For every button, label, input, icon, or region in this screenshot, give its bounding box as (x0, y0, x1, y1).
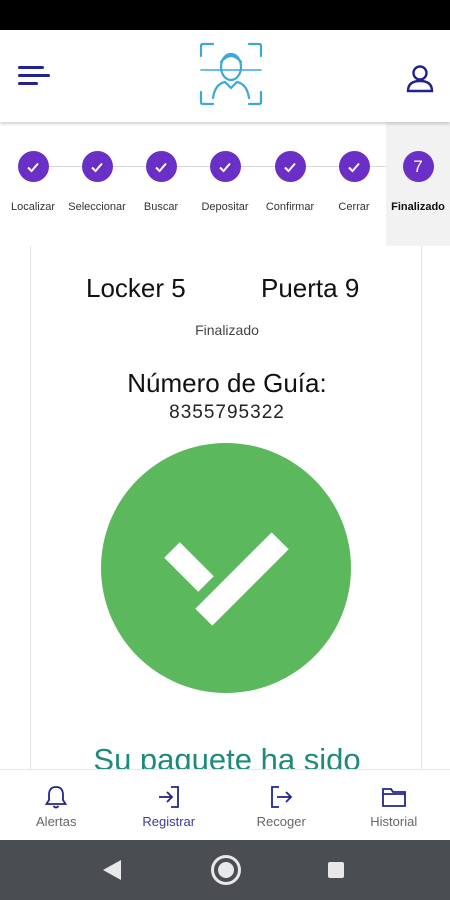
step-label: Cerrar (338, 201, 370, 213)
step-label: Buscar (143, 201, 179, 213)
delivery-summary-card: Locker 5 Puerta 9 Finalizado Número de G… (30, 246, 422, 771)
step-buscar: Buscar (129, 122, 193, 246)
step-cerrar: Cerrar (322, 122, 386, 246)
check-icon (209, 151, 241, 182)
door-label: Puerta 9 (261, 273, 360, 303)
sign-out-icon (271, 786, 293, 808)
success-check-icon (101, 443, 351, 693)
success-message: Su paquete ha sido (93, 742, 361, 771)
bell-icon (45, 786, 68, 809)
nav-historial[interactable]: Historial (338, 770, 450, 840)
progress-stepper: Localizar Seleccionar Buscar Depositar C… (0, 122, 450, 246)
step-label: Seleccionar (68, 201, 126, 213)
check-icon (81, 151, 113, 182)
check-icon (17, 151, 49, 182)
step-confirmar: Confirmar (258, 122, 322, 246)
step-seleccionar: Seleccionar (65, 122, 129, 246)
nav-label: Historial (370, 814, 418, 829)
nav-recoger[interactable]: Recoger (225, 770, 338, 840)
nav-registrar[interactable]: Registrar (113, 770, 226, 840)
step-finalizado: 7 Finalizado (386, 122, 450, 246)
status-bar (0, 0, 450, 30)
step-number-badge: 7 (402, 151, 434, 182)
bottom-navigation: Alertas Registrar Recoger Historial (0, 769, 450, 840)
back-triangle-icon[interactable] (102, 859, 122, 881)
status-text: Finalizado (195, 322, 259, 338)
check-icon (145, 151, 177, 182)
check-icon (338, 151, 370, 182)
locker-label: Locker 5 (86, 273, 186, 303)
home-circle-icon[interactable] (211, 855, 241, 885)
step-localizar: Localizar (1, 122, 65, 246)
face-scan-icon (199, 42, 263, 106)
step-label: Confirmar (265, 201, 315, 213)
step-label: Depositar (201, 201, 249, 213)
recent-apps-square-icon[interactable] (328, 862, 344, 878)
system-navigation-bar (0, 840, 450, 900)
nav-label: Registrar (142, 814, 196, 829)
step-depositar: Depositar (193, 122, 257, 246)
user-profile-icon[interactable] (404, 62, 436, 94)
nav-label: Alertas (36, 814, 77, 829)
check-icon (274, 151, 306, 182)
guide-number-title: Número de Guía: (127, 368, 327, 398)
folder-icon (381, 788, 406, 807)
step-label: Finalizado (391, 201, 445, 213)
app-bar (0, 30, 450, 122)
hamburger-menu-icon[interactable] (18, 60, 52, 90)
nav-alertas[interactable]: Alertas (0, 770, 113, 840)
step-label: Localizar (10, 201, 56, 213)
guide-number-value: 8355795322 (169, 402, 285, 423)
nav-label: Recoger (256, 814, 306, 829)
sign-in-icon (158, 786, 179, 808)
